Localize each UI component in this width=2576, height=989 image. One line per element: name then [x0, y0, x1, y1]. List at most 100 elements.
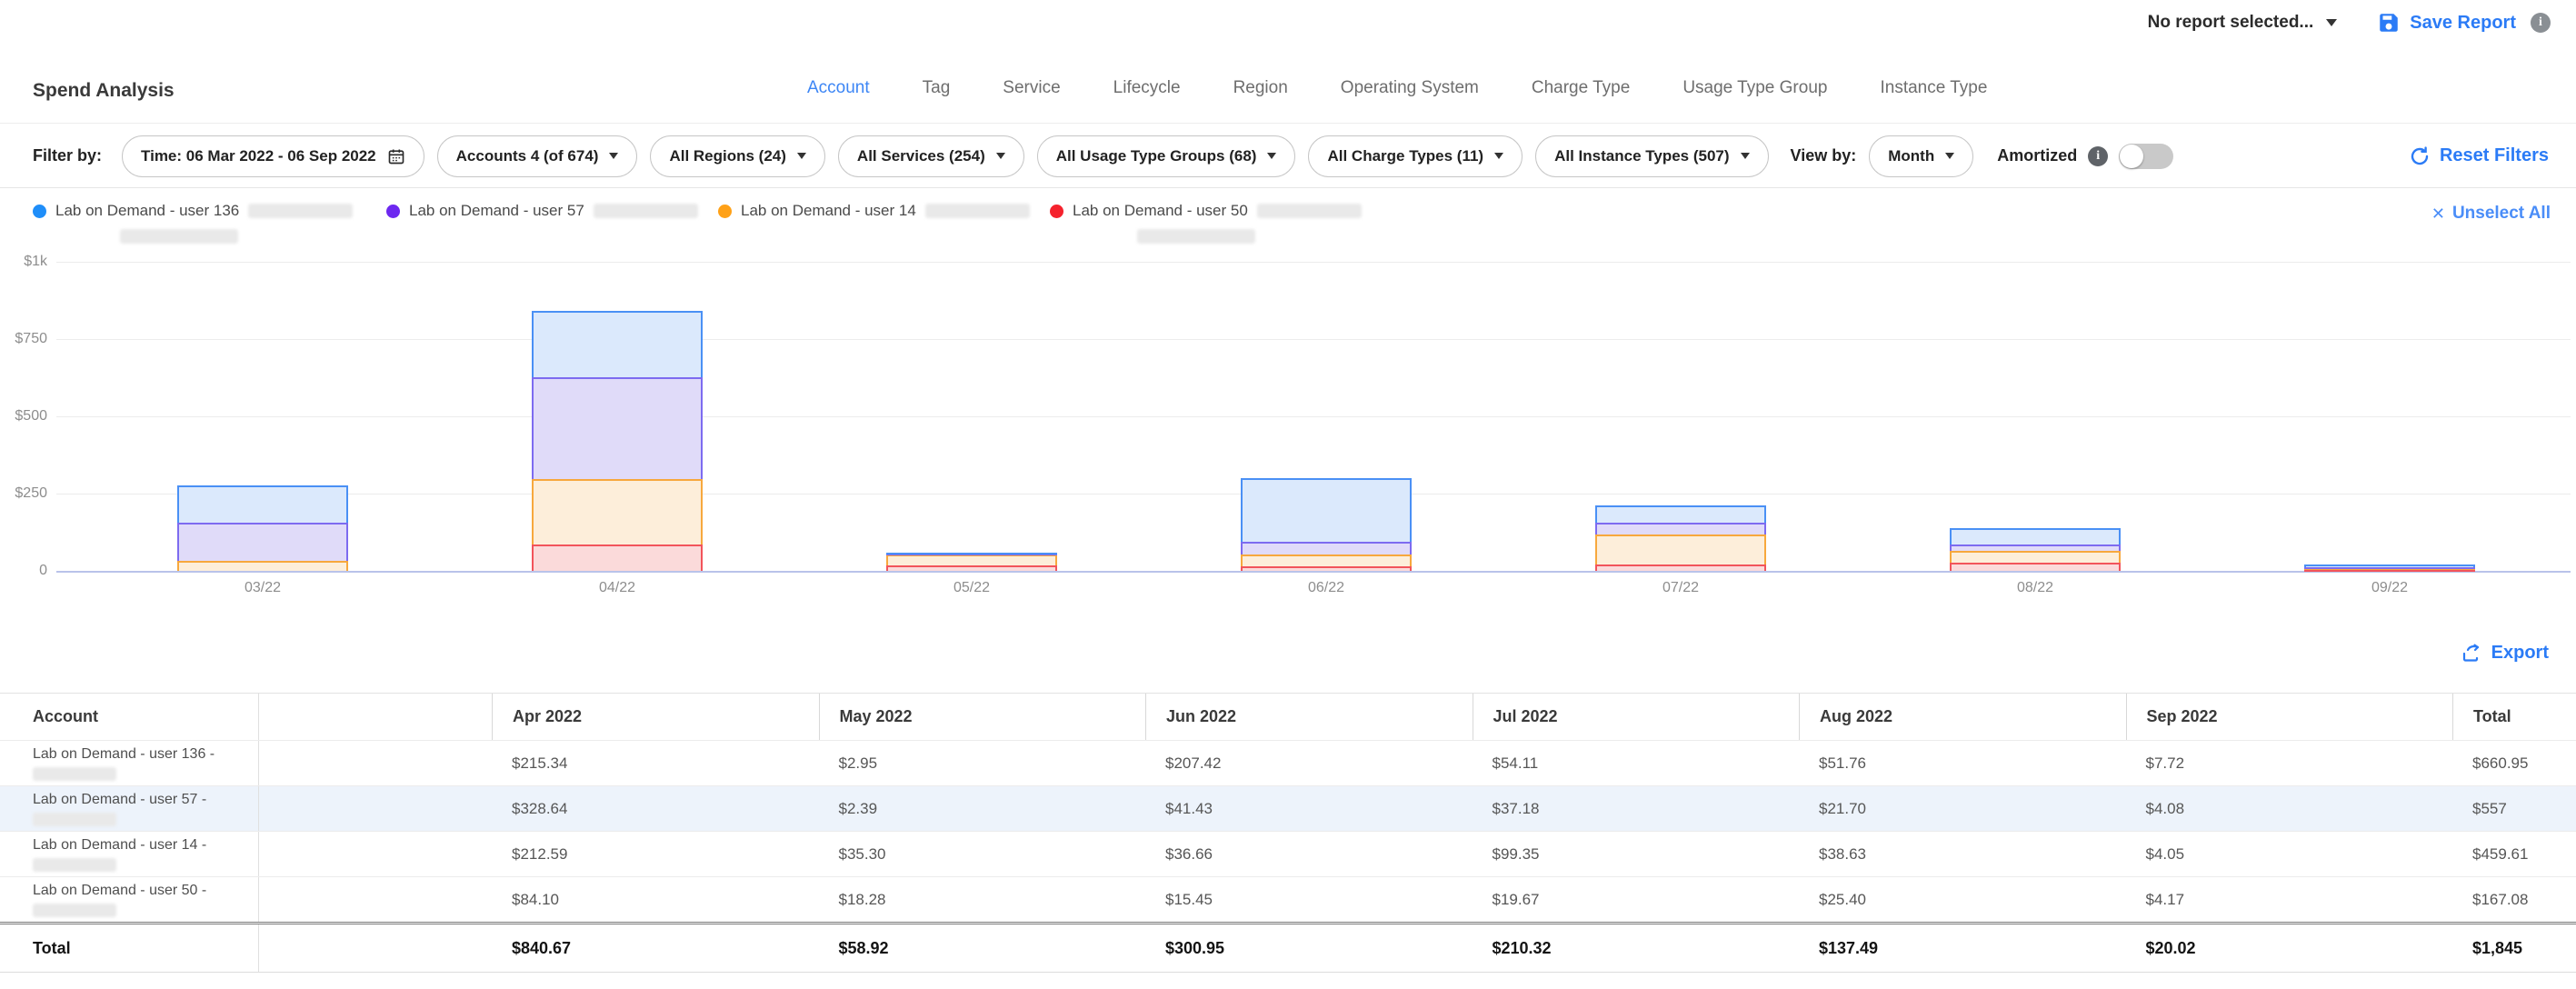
filter-pills: Time: 06 Mar 2022 - 06 Sep 2022 Accounts…	[122, 135, 1769, 177]
amortized-toggle[interactable]	[2119, 144, 2173, 169]
amortized-control: Amortized i	[1997, 144, 2173, 169]
save-report-button[interactable]: Save Report	[2377, 11, 2516, 35]
view-by-dropdown[interactable]: Month	[1869, 135, 1973, 177]
value-cell: $18.28	[819, 877, 1146, 922]
bar-segment-lab-on-demand-user-50[interactable]	[1241, 566, 1412, 571]
bar-segment-lab-on-demand-user-50[interactable]	[886, 565, 1057, 571]
header-row: Spend Analysis AccountTagServiceLifecycl…	[0, 51, 2576, 124]
legend-item-1[interactable]: Lab on Demand - user 136	[33, 202, 353, 220]
x-axis-tick-label: 06/22	[1281, 580, 1372, 596]
value-cell: $54.11	[1473, 741, 1800, 785]
gridline	[56, 262, 2571, 263]
value-cell: $15.45	[1145, 877, 1473, 922]
y-axis-tick-label: $500	[0, 408, 47, 425]
filter-pill-label: All Services (254)	[857, 147, 985, 165]
bar-segment-lab-on-demand-user-136[interactable]	[532, 311, 703, 377]
redacted-text	[120, 229, 238, 244]
filter-pill-all-usage-type-groups-68-[interactable]: All Usage Type Groups (68)	[1037, 135, 1296, 177]
x-axis-tick-label: 08/22	[1990, 580, 2081, 596]
bar-segment-lab-on-demand-user-136[interactable]	[177, 485, 348, 523]
chevron-down-icon	[1494, 153, 1503, 159]
bar-segment-lab-on-demand-user-57[interactable]	[177, 523, 348, 560]
tab-charge-type[interactable]: Charge Type	[1532, 78, 1630, 98]
tab-usage-type-group[interactable]: Usage Type Group	[1682, 78, 1827, 98]
bar-segment-lab-on-demand-user-14[interactable]	[177, 561, 348, 571]
tab-operating-system[interactable]: Operating System	[1341, 78, 1479, 98]
redacted-text	[33, 858, 116, 872]
spend-table: AccountApr 2022May 2022Jun 2022Jul 2022A…	[0, 693, 2576, 973]
legend-dot-icon	[718, 205, 732, 218]
value-cell: $38.63	[1799, 832, 2126, 876]
info-icon[interactable]: i	[2531, 13, 2551, 33]
legend-item-3[interactable]: Lab on Demand - user 14	[718, 202, 1030, 220]
bar-segment-lab-on-demand-user-14[interactable]	[532, 479, 703, 544]
value-cell: $2.95	[819, 741, 1146, 785]
bar-segment-lab-on-demand-user-57[interactable]	[532, 377, 703, 479]
redacted-text	[33, 904, 116, 917]
value-cell: $19.67	[1473, 877, 1800, 922]
tabs: Account Tag Service Lifecycle Region Operatin…	[807, 78, 1987, 98]
filter-pill-all-charge-types-11-[interactable]: All Charge Types (11)	[1308, 135, 1523, 177]
filter-pill-all-regions-24-[interactable]: All Regions (24)	[650, 135, 824, 177]
value-cell: $36.66	[1145, 832, 1473, 876]
tab-region[interactable]: Region	[1233, 78, 1288, 98]
y-axis-tick-label: 0	[0, 563, 47, 579]
value-cell: $21.70	[1799, 786, 2126, 831]
export-button[interactable]: Export	[2461, 642, 2549, 664]
value-cell: $7.72	[2126, 741, 2453, 785]
bar-segment-lab-on-demand-user-14[interactable]	[1950, 551, 2121, 563]
table-row: Lab on Demand - user 57 -$328.64$2.39$41…	[0, 785, 2576, 831]
bar-segment-lab-on-demand-user-136[interactable]	[1950, 528, 2121, 544]
legend-item-2[interactable]: Lab on Demand - user 57	[386, 202, 698, 220]
amortized-label: Amortized	[1997, 146, 2077, 165]
total-value-cell: $58.92	[819, 924, 1146, 972]
bar-segment-lab-on-demand-user-136[interactable]	[1595, 505, 1766, 522]
account-name: Lab on Demand - user 50 -	[33, 883, 206, 899]
filter-bar: Filter by: Time: 06 Mar 2022 - 06 Sep 20…	[0, 125, 2576, 188]
total-value-cell: $20.02	[2126, 924, 2453, 972]
filter-pill-accounts-4-of-674-[interactable]: Accounts 4 (of 674)	[437, 135, 638, 177]
filter-pill-all-instance-types-507-[interactable]: All Instance Types (507)	[1535, 135, 1768, 177]
bar-segment-lab-on-demand-user-136[interactable]	[1241, 478, 1412, 543]
chevron-down-icon	[1267, 153, 1276, 159]
bar-segment-lab-on-demand-user-14[interactable]	[886, 554, 1057, 565]
y-axis-tick-label: $1k	[0, 254, 47, 270]
tab-instance-type[interactable]: Instance Type	[1880, 78, 1987, 98]
reset-filters-label: Reset Filters	[2440, 145, 2549, 166]
bar-segment-lab-on-demand-user-57[interactable]	[1595, 523, 1766, 534]
filter-pill-label: All Usage Type Groups (68)	[1056, 147, 1257, 165]
total-row-label: Total	[0, 924, 259, 972]
bar-segment-lab-on-demand-user-14[interactable]	[1241, 554, 1412, 565]
tab-account[interactable]: Account	[807, 78, 870, 98]
report-selector-dropdown[interactable]: No report selected...	[2148, 13, 2338, 33]
bar-segment-lab-on-demand-user-14[interactable]	[1595, 534, 1766, 565]
bar-segment-lab-on-demand-user-57[interactable]	[1241, 542, 1412, 554]
value-cell: $4.17	[2126, 877, 2453, 922]
bar-segment-lab-on-demand-user-50[interactable]	[532, 544, 703, 571]
bar-segment-lab-on-demand-user-136[interactable]	[2304, 564, 2475, 567]
bar-segment-lab-on-demand-user-57[interactable]	[2304, 567, 2475, 569]
column-header-apr-2022: Apr 2022	[492, 694, 819, 740]
legend-label: Lab on Demand - user 14	[741, 202, 916, 220]
amortized-info-icon[interactable]: i	[2088, 146, 2108, 166]
tab-tag[interactable]: Tag	[923, 78, 951, 98]
bar-segment-lab-on-demand-user-57[interactable]	[1950, 544, 2121, 551]
legend-item-4[interactable]: Lab on Demand - user 50	[1050, 202, 1362, 220]
account-cell: Lab on Demand - user 57 -	[0, 786, 259, 831]
total-value-cell: $840.67	[492, 924, 819, 972]
bar-segment-lab-on-demand-user-136[interactable]	[886, 553, 1057, 554]
bar-segment-lab-on-demand-user-50[interactable]	[1950, 563, 2121, 571]
redacted-text	[1137, 229, 1255, 244]
chevron-down-icon	[996, 153, 1005, 159]
unselect-all-button[interactable]: ✕ Unselect All	[2431, 204, 2551, 224]
legend-label: Lab on Demand - user 136	[55, 202, 239, 220]
row-spacer	[259, 786, 492, 831]
time-range-pill[interactable]: Time: 06 Mar 2022 - 06 Sep 2022	[122, 135, 424, 177]
redacted-text	[1257, 204, 1362, 218]
tab-lifecycle[interactable]: Lifecycle	[1113, 78, 1181, 98]
value-cell: $41.43	[1145, 786, 1473, 831]
bar-segment-lab-on-demand-user-50[interactable]	[1595, 564, 1766, 571]
tab-service[interactable]: Service	[1003, 78, 1060, 98]
reset-filters-button[interactable]: Reset Filters	[2409, 145, 2549, 167]
filter-pill-all-services-254-[interactable]: All Services (254)	[838, 135, 1024, 177]
